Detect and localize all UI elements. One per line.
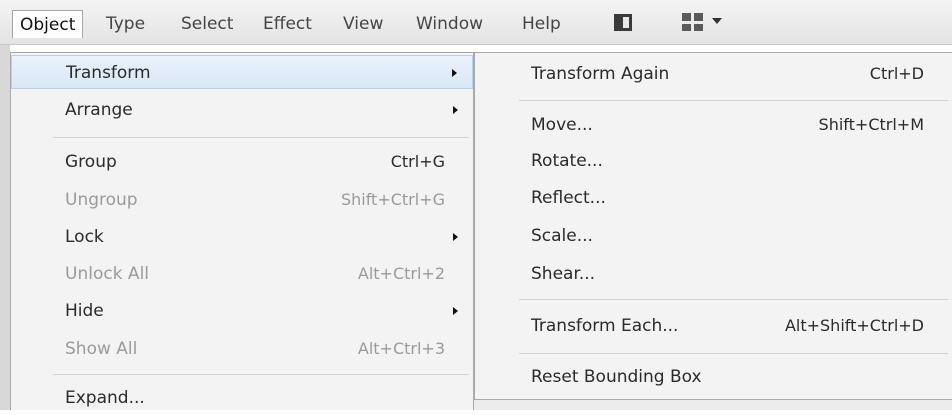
menu-item-shortcut: Ctrl+D [869,64,924,83]
separator [519,100,948,101]
separator [53,374,469,375]
menu-item-label: Rotate... [531,151,603,171]
menu-item-label: Show All [65,339,138,359]
menu-item-label: Scale... [531,226,593,246]
menu-item-shear[interactable]: Shear... [475,257,952,291]
menu-object[interactable]: Object [12,10,84,38]
menu-effect[interactable]: Effect [256,10,319,38]
menu-item-shortcut: Shift+Ctrl+G [340,190,445,209]
background-area [474,400,952,410]
menu-type[interactable]: Type [99,10,152,38]
menu-item-reflect[interactable]: Reflect... [475,181,952,215]
menu-item-label: Reflect... [531,188,606,208]
menu-item-rotate[interactable]: Rotate... [475,144,952,178]
menu-item-arrange[interactable]: Arrange [11,93,473,127]
menu-item-transform[interactable]: Transform [11,55,473,89]
menu-bar: Object Type Select Effect View Window He… [0,0,952,45]
menu-item-unlock-all[interactable]: Unlock All Alt+Ctrl+2 [11,257,473,291]
menu-item-group[interactable]: Group Ctrl+G [11,145,473,179]
separator [519,299,948,300]
submenu-arrow-icon [453,106,458,114]
separator [53,137,469,138]
background-strip [0,45,10,410]
transform-submenu: Transform Again Ctrl+D Move... Shift+Ctr… [474,52,952,400]
menu-item-lock[interactable]: Lock [11,220,473,254]
menu-item-label: Transform [66,63,151,83]
menu-item-reset-bounding-box[interactable]: Reset Bounding Box [475,360,952,394]
menu-item-ungroup[interactable]: Ungroup Shift+Ctrl+G [11,183,473,217]
menu-item-move[interactable]: Move... Shift+Ctrl+M [475,108,952,142]
menu-item-label: Transform Each... [531,316,679,336]
menu-item-shortcut: Alt+Ctrl+3 [357,339,445,358]
object-menu: Transform Arrange Group Ctrl+G Ungroup S… [10,52,474,410]
menu-item-label: Unlock All [65,264,150,284]
menu-item-shortcut: Ctrl+G [390,152,445,171]
separator [519,353,948,354]
menu-item-label: Group [65,152,117,172]
submenu-arrow-icon [453,233,458,241]
menu-item-label: Move... [531,115,593,135]
menu-item-label: Shear... [531,264,596,284]
menu-item-shortcut: Alt+Ctrl+2 [357,264,445,283]
menu-item-transform-again[interactable]: Transform Again Ctrl+D [475,57,952,91]
submenu-arrow-icon [452,69,457,77]
menu-item-label: Lock [65,227,104,247]
menu-item-shortcut: Shift+Ctrl+M [818,115,924,134]
menu-window[interactable]: Window [409,10,490,38]
menu-item-scale[interactable]: Scale... [475,219,952,253]
menu-item-label: Reset Bounding Box [531,367,702,387]
menu-item-show-all[interactable]: Show All Alt+Ctrl+3 [11,332,473,366]
panel-toggle-icon[interactable] [614,14,632,31]
workspace-switcher-icon[interactable] [682,13,706,31]
menu-help[interactable]: Help [515,10,568,38]
menu-item-label: Transform Again [531,64,670,84]
menu-select[interactable]: Select [174,10,240,38]
menu-view[interactable]: View [336,10,390,38]
chevron-down-icon[interactable] [712,18,722,24]
menu-item-hide[interactable]: Hide [11,294,473,328]
submenu-arrow-icon [453,307,458,315]
menu-item-label: Hide [65,301,104,321]
menu-item-shortcut: Alt+Shift+Ctrl+D [784,316,924,335]
menu-item-label: Arrange [65,100,133,120]
menu-item-label: Ungroup [65,190,138,210]
menu-item-transform-each[interactable]: Transform Each... Alt+Shift+Ctrl+D [475,309,952,343]
